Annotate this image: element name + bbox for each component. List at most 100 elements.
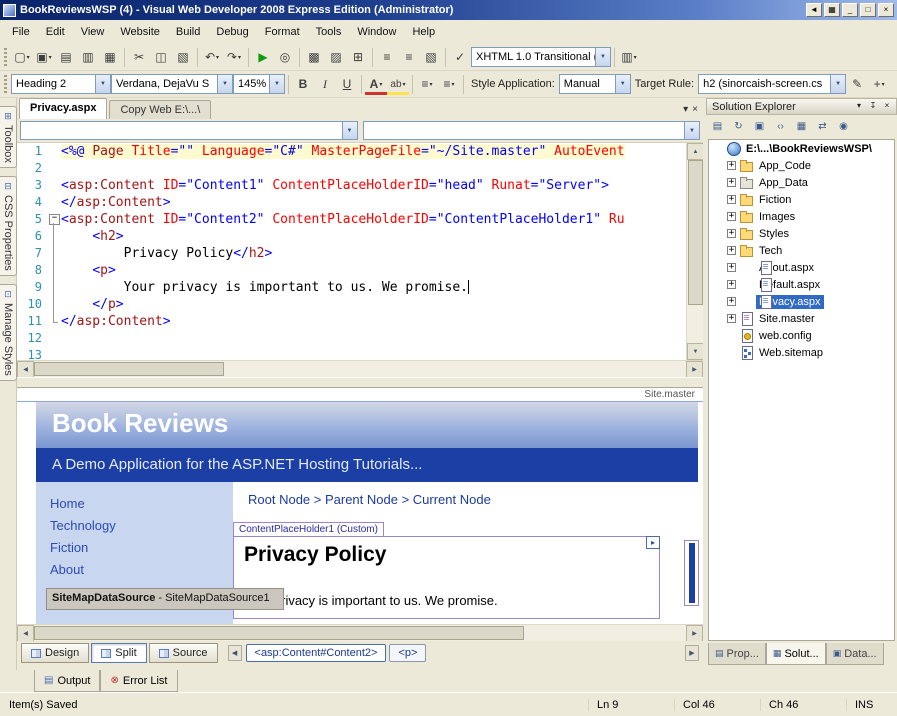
scroll-left-icon[interactable]: ◀	[17, 361, 34, 378]
scroll-down-icon[interactable]: ▼	[687, 343, 704, 360]
view-designer-icon[interactable]: ▦	[792, 117, 811, 135]
toolbox-window-icon[interactable]: ⊞	[347, 47, 369, 68]
check-validity-icon[interactable]: ✓	[449, 47, 471, 68]
find-icon[interactable]: ◎	[274, 47, 296, 68]
open-file-icon[interactable]: ▤	[55, 47, 77, 68]
document-tab[interactable]: Privacy.aspx	[19, 98, 107, 119]
code-line[interactable]: 2	[17, 160, 686, 177]
code-line[interactable]: 9 Your privacy is important to us. We pr…	[17, 279, 686, 296]
properties-window-icon[interactable]: ▨	[325, 47, 347, 68]
scroll-left-icon[interactable]: ◀	[17, 625, 34, 642]
chevron-down-icon[interactable]: ▼	[95, 75, 110, 93]
menu-item-file[interactable]: File	[4, 22, 38, 42]
code-line[interactable]: 11</asp:Content>	[17, 313, 686, 330]
menu-item-debug[interactable]: Debug	[208, 22, 256, 42]
tree-item[interactable]: +App_Code	[709, 157, 894, 174]
font-color-icon[interactable]: A▾	[365, 74, 387, 95]
expander-icon[interactable]: +	[727, 297, 736, 306]
expander-icon[interactable]: +	[727, 229, 736, 238]
document-tab[interactable]: Copy Web E:\...\	[109, 100, 211, 119]
tree-item[interactable]: +Styles	[709, 225, 894, 242]
nav-link-home[interactable]: Home	[50, 496, 233, 511]
menu-item-build[interactable]: Build	[168, 22, 208, 42]
tag-navigator-chip[interactable]: <p>	[389, 644, 426, 662]
menu-item-help[interactable]: Help	[404, 22, 443, 42]
split-view-button[interactable]: Split	[91, 643, 146, 663]
target-rule-combo[interactable]: h2 (sinorcaish-screen.cs▼	[698, 74, 846, 94]
tree-item[interactable]: +About.aspx	[709, 259, 894, 276]
expander-icon[interactable]: +	[727, 178, 736, 187]
outline-margin[interactable]	[47, 262, 61, 279]
toolbar-grip[interactable]	[4, 48, 7, 66]
menu-item-window[interactable]: Window	[349, 22, 404, 42]
start-debug-icon[interactable]: ▶	[252, 47, 274, 68]
minimize-button[interactable]: _	[842, 3, 858, 17]
database-explorer-panel-tab[interactable]: ▣Data...	[826, 643, 884, 665]
scrollbar-thumb[interactable]	[688, 160, 703, 305]
nav-link-about[interactable]: About	[50, 562, 233, 577]
outline-margin[interactable]	[47, 296, 61, 313]
nest-related-files-icon[interactable]: ▣	[750, 117, 769, 135]
outline-margin[interactable]	[47, 211, 61, 228]
chevron-down-icon[interactable]: ▼	[342, 122, 357, 139]
undo-icon[interactable]: ↶▾	[201, 47, 223, 68]
scrollbar-thumb[interactable]	[34, 626, 524, 640]
view-code-icon[interactable]: ‹›	[771, 117, 790, 135]
close-document-icon[interactable]: ×	[692, 104, 698, 115]
maximize-button[interactable]: □	[860, 3, 876, 17]
content-placeholder-region[interactable]: Privacy Policy Your privacy is important…	[233, 536, 660, 619]
refresh-icon[interactable]: ↻	[729, 117, 748, 135]
source-view-button[interactable]: Source	[149, 643, 218, 663]
italic-icon[interactable]: I	[314, 74, 336, 95]
code-line[interactable]: 1<%@ Page Title="" Language="C#" MasterP…	[17, 143, 686, 160]
event-dropdown[interactable]: ▼	[363, 121, 701, 140]
scrollbar-thumb[interactable]	[34, 362, 224, 376]
side-tab-toolbox[interactable]: ⊞Toolbox	[0, 106, 17, 168]
menu-item-edit[interactable]: Edit	[38, 22, 73, 42]
chevron-down-icon[interactable]: ▼	[830, 75, 845, 93]
object-dropdown[interactable]: ▼	[20, 121, 358, 140]
font-name-combo[interactable]: Verdana, DejaVu S▼	[111, 74, 233, 94]
output-tab[interactable]: ▤Output	[34, 670, 100, 692]
block-format-combo[interactable]: Heading 2▼	[11, 74, 111, 94]
code-line[interactable]: 12	[17, 330, 686, 347]
toolbar-grip[interactable]	[4, 75, 7, 93]
close-button[interactable]: ×	[878, 3, 894, 17]
solution-explorer-panel-tab[interactable]: ▦Solut...	[766, 643, 826, 665]
bold-icon[interactable]: B	[292, 74, 314, 95]
tree-item[interactable]: +Images	[709, 208, 894, 225]
code-line[interactable]: 10 </p>	[17, 296, 686, 313]
code-vertical-scrollbar[interactable]: ▲ ▼	[686, 143, 703, 360]
sitemap-datasource-control[interactable]: SiteMapDataSource - SiteMapDataSource1	[46, 588, 284, 610]
chevron-down-icon[interactable]: ▼	[615, 75, 630, 93]
outdent-icon[interactable]: ≡	[398, 47, 420, 68]
smart-tag-icon[interactable]: ▸	[646, 536, 660, 549]
expander-icon[interactable]: +	[727, 280, 736, 289]
tag-nav-left-icon[interactable]: ◀	[228, 645, 242, 661]
code-line[interactable]: 3<asp:Content ID="Content1" ContentPlace…	[17, 177, 686, 194]
design-view-button[interactable]: Design	[21, 643, 89, 663]
chevron-down-icon[interactable]: ▼	[595, 48, 610, 66]
tree-item[interactable]: Web.sitemap	[709, 344, 894, 361]
scroll-right-icon[interactable]: ▶	[686, 625, 703, 642]
redo-icon[interactable]: ↷▾	[223, 47, 245, 68]
new-style-icon[interactable]: ✎	[846, 74, 868, 95]
scroll-up-icon[interactable]: ▲	[687, 143, 704, 160]
titlebar-window-icon[interactable]: ▦	[824, 3, 840, 17]
outline-margin[interactable]	[47, 313, 61, 330]
asp-net-configuration-icon[interactable]: ◉	[834, 117, 853, 135]
comment-icon[interactable]: ▧	[420, 47, 442, 68]
properties-icon[interactable]: ▤	[708, 117, 727, 135]
save-all-icon[interactable]: ▦	[99, 47, 121, 68]
code-line[interactable]: 8 <p>	[17, 262, 686, 279]
code-line[interactable]: 7 Privacy Policy</h2>	[17, 245, 686, 262]
list-icon[interactable]: ≡▾	[438, 74, 460, 95]
code-line[interactable]: 5<asp:Content ID="Content2" ContentPlace…	[17, 211, 686, 228]
nav-link-fiction[interactable]: Fiction	[50, 540, 233, 555]
tree-item[interactable]: E:\...\BookReviewsWSP\	[709, 140, 894, 157]
cut-icon[interactable]: ✂	[128, 47, 150, 68]
code-horizontal-scrollbar[interactable]: ◀ ▶	[17, 360, 703, 377]
chevron-down-icon[interactable]: ▼	[684, 122, 699, 139]
expander-icon[interactable]: +	[727, 212, 736, 221]
tree-item[interactable]: +Privacy.aspx	[709, 293, 894, 310]
